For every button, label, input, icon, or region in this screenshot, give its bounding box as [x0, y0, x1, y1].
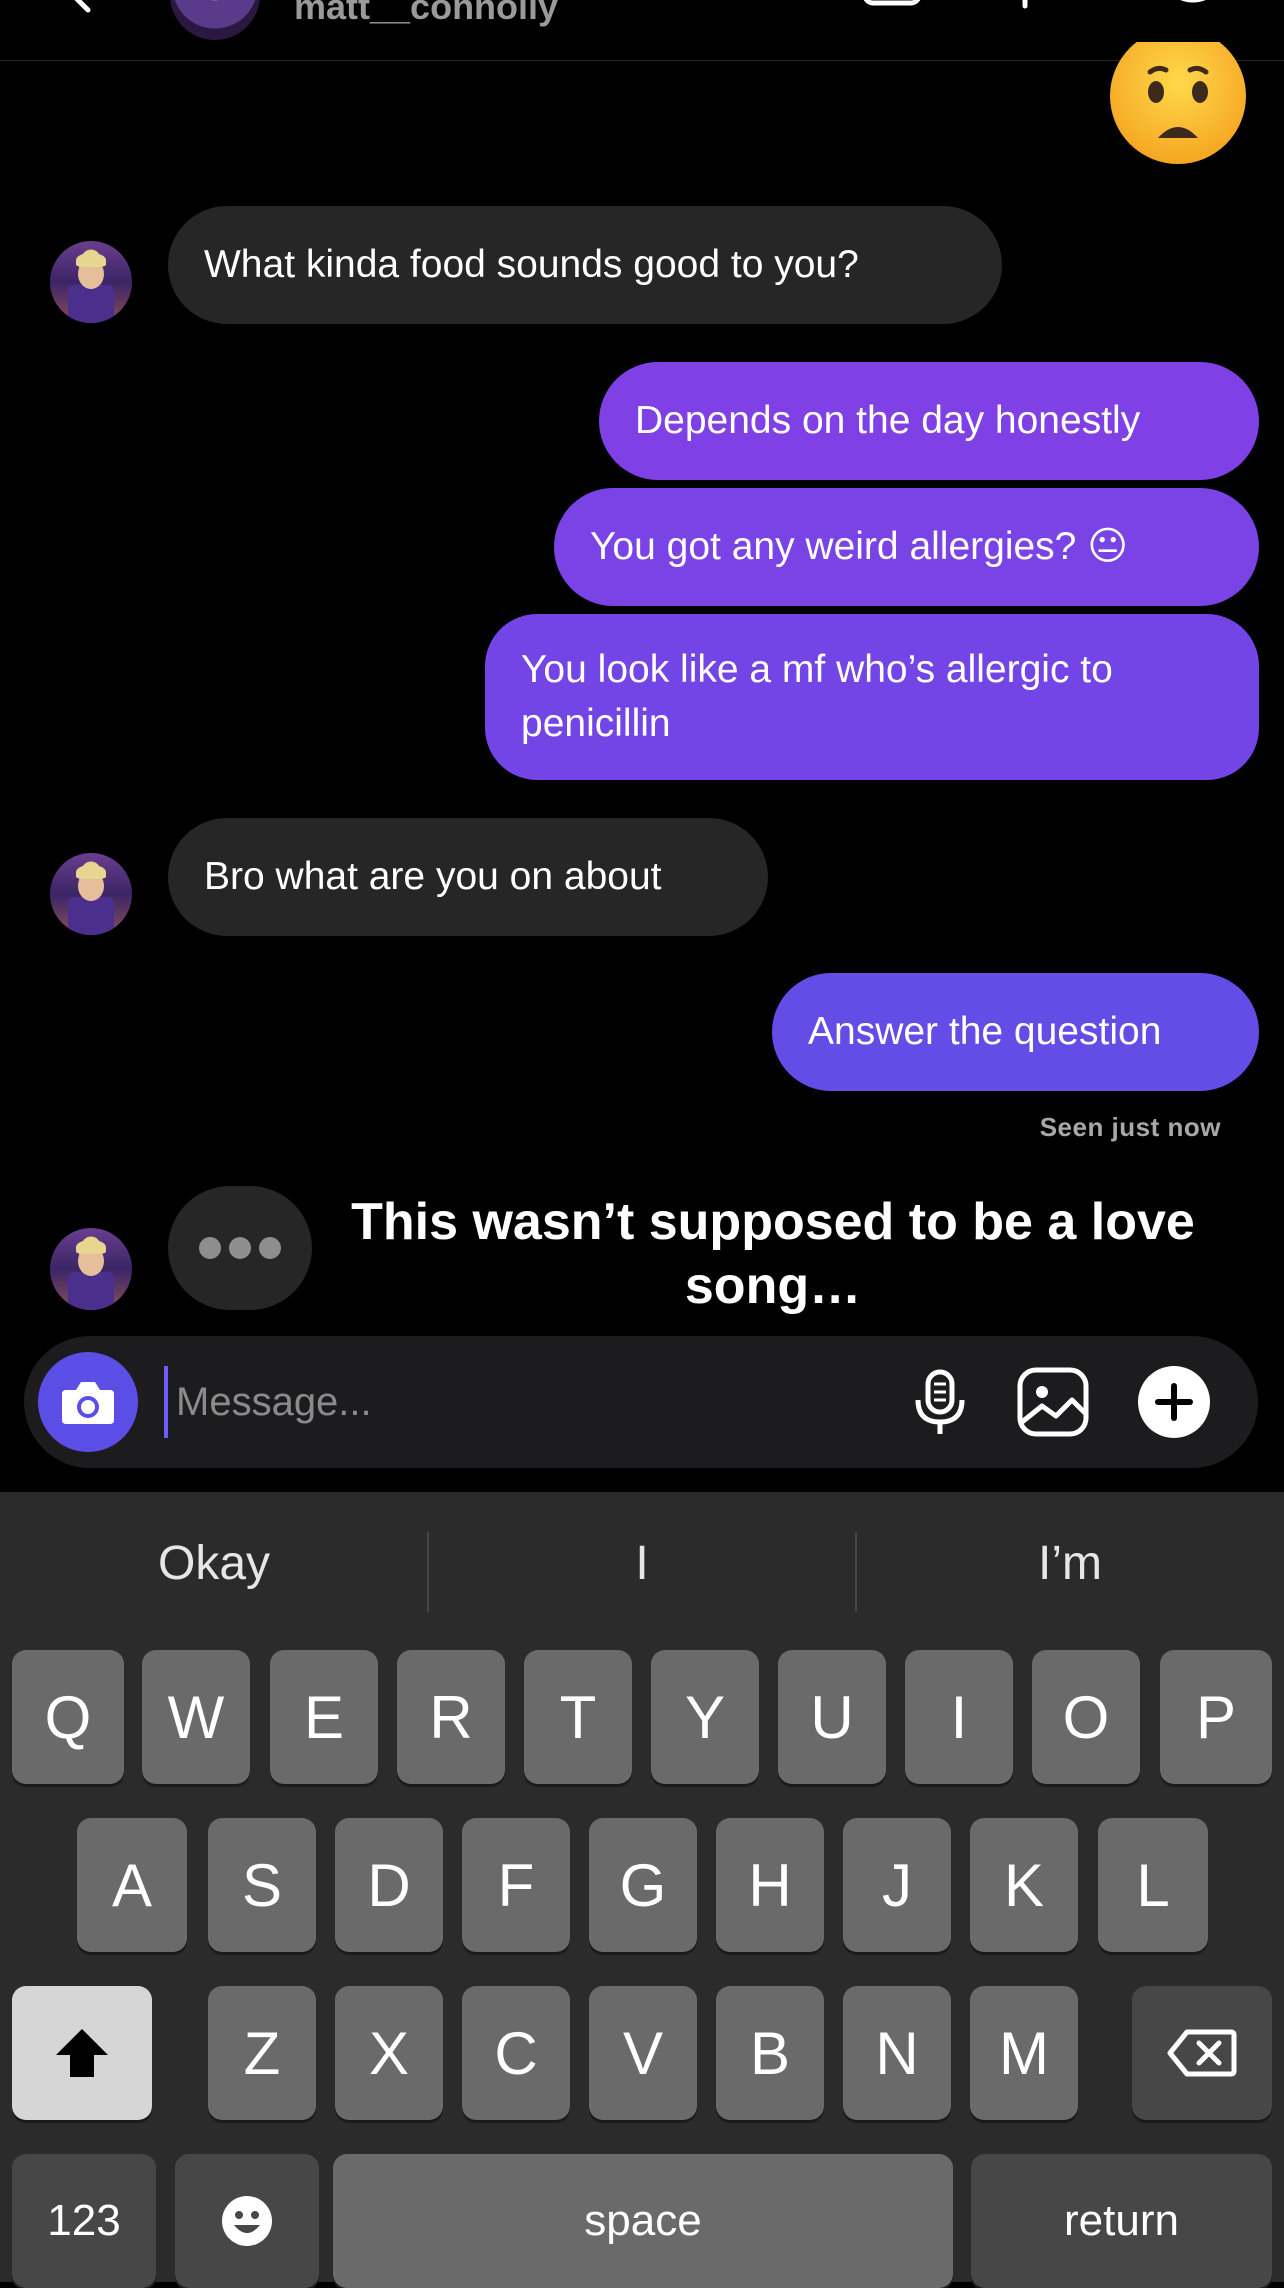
key-d[interactable]: D [335, 1818, 443, 1952]
gallery-icon[interactable] [1014, 1362, 1094, 1442]
key-b[interactable]: B [716, 1986, 824, 2120]
numbers-key[interactable]: 123 [12, 2154, 156, 2288]
message-text: Answer the question [808, 1010, 1162, 1053]
outgoing-message[interactable]: Depends on the day honestly [599, 362, 1259, 480]
key-w[interactable]: W [142, 1650, 250, 1784]
outgoing-message[interactable]: Answer the question [772, 973, 1259, 1091]
key-a[interactable]: A [77, 1818, 187, 1952]
overlay-caption: This wasn’t supposed to be a love song… [351, 1193, 1195, 1315]
message-text: Bro what are you on about [204, 855, 662, 898]
emoji-key[interactable] [175, 2154, 319, 2288]
emoji-icon [222, 2196, 272, 2246]
backspace-icon [1167, 2029, 1237, 2077]
key-r[interactable]: R [397, 1650, 505, 1784]
suggestion-bar: Okay I I’m [0, 1492, 1284, 1652]
back-arrow-icon[interactable] [60, 0, 100, 14]
return-key[interactable]: return [971, 2154, 1272, 2288]
video-call-icon[interactable] [862, 0, 922, 10]
seen-status: Seen just now [1039, 1112, 1221, 1142]
incoming-message[interactable]: What kinda food sounds good to you? [168, 206, 1002, 324]
microphone-icon[interactable] [900, 1362, 980, 1442]
key-g[interactable]: G [589, 1818, 697, 1952]
backspace-key[interactable] [1132, 1986, 1272, 2120]
worried-face-emoji [1110, 42, 1246, 164]
key-z[interactable]: Z [208, 1986, 316, 2120]
header-avatar[interactable] [170, 0, 260, 40]
suggestion-item[interactable]: I’m [856, 1536, 1284, 1591]
key-s[interactable]: S [208, 1818, 316, 1952]
key-i[interactable]: I [905, 1650, 1013, 1784]
suggestion-item[interactable]: I [428, 1536, 856, 1591]
keyboard: Okay I I’m Q W E R T Y U I O P A S D F G… [0, 1492, 1284, 2288]
key-x[interactable]: X [335, 1986, 443, 2120]
message-input[interactable] [164, 1366, 764, 1438]
key-y[interactable]: Y [651, 1650, 759, 1784]
key-f[interactable]: F [462, 1818, 570, 1952]
key-l[interactable]: L [1098, 1818, 1208, 1952]
camera-button[interactable] [38, 1352, 138, 1452]
key-t[interactable]: T [524, 1650, 632, 1784]
key-n[interactable]: N [843, 1986, 951, 2120]
outgoing-message[interactable]: You look like a mf who’s allergic to pen… [485, 614, 1259, 780]
key-u[interactable]: U [778, 1650, 886, 1784]
header-username[interactable]: matt__connolly [294, 0, 558, 28]
message-text: You look like a mf who’s allergic to pen… [521, 648, 1113, 745]
shift-key[interactable] [12, 1986, 152, 2120]
incoming-message[interactable]: Bro what are you on about [168, 818, 768, 936]
key-j[interactable]: J [843, 1818, 951, 1952]
plus-icon[interactable] [1134, 1362, 1214, 1442]
chat-header: matt__connolly [0, 0, 1284, 61]
key-c[interactable]: C [462, 1986, 570, 2120]
outgoing-message[interactable]: You got any weird allergies? 😐 [554, 488, 1259, 606]
sender-avatar[interactable] [50, 241, 132, 323]
key-m[interactable]: M [970, 1986, 1078, 2120]
info-icon[interactable] [1160, 0, 1226, 10]
sender-avatar[interactable] [50, 1228, 132, 1310]
phone-call-icon[interactable] [1010, 0, 1040, 10]
key-q[interactable]: Q [12, 1650, 124, 1784]
space-key[interactable]: space [333, 2154, 953, 2288]
key-k[interactable]: K [970, 1818, 1078, 1952]
typing-indicator [168, 1186, 312, 1310]
message-text: You got any weird allergies? 😐 [590, 525, 1128, 568]
key-e[interactable]: E [270, 1650, 378, 1784]
message-text: What kinda food sounds good to you? [204, 243, 859, 286]
suggestion-item[interactable]: Okay [0, 1536, 428, 1591]
key-o[interactable]: O [1032, 1650, 1140, 1784]
key-v[interactable]: V [589, 1986, 697, 2120]
message-composer [24, 1336, 1258, 1468]
key-p[interactable]: P [1160, 1650, 1272, 1784]
message-text: Depends on the day honestly [635, 399, 1141, 442]
camera-icon [62, 1382, 114, 1424]
sender-avatar[interactable] [50, 853, 132, 935]
shift-arrow-icon [56, 2029, 108, 2077]
key-h[interactable]: H [716, 1818, 824, 1952]
